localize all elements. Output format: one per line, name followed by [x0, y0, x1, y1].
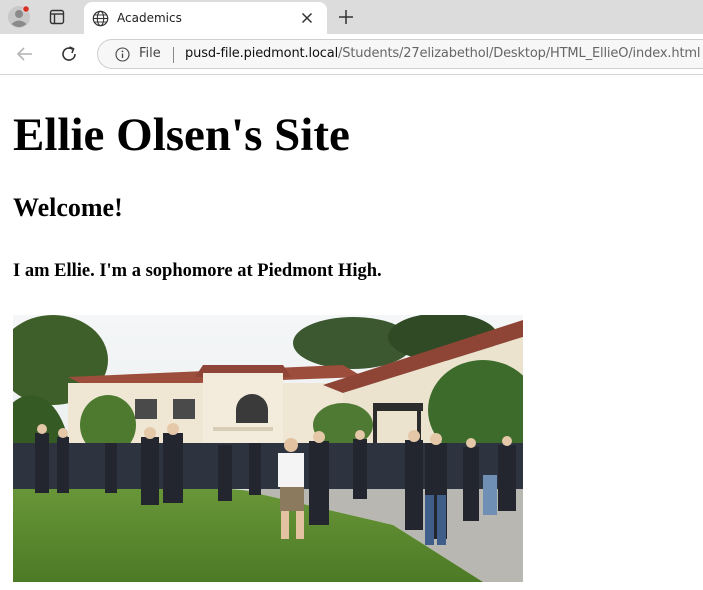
- info-icon[interactable]: [115, 47, 130, 62]
- welcome-heading: Welcome!: [13, 193, 123, 222]
- tab-actions-icon[interactable]: [46, 6, 68, 28]
- address-bar[interactable]: File pusd-file.piedmont.local/Students/2…: [97, 39, 703, 69]
- intro-text: I am Ellie. I'm a sophomore at Piedmont …: [13, 261, 382, 281]
- school-courtyard-photo: [13, 315, 523, 582]
- page-content: Ellie Olsen's Site Welcome! I am Ellie. …: [0, 75, 703, 590]
- tab-academics[interactable]: Academics: [84, 2, 327, 34]
- new-tab-icon[interactable]: [336, 7, 356, 27]
- scheme-label: File: [139, 46, 161, 61]
- close-icon[interactable]: [299, 10, 315, 26]
- tab-strip: Academics: [0, 0, 703, 34]
- globe-icon: [92, 10, 109, 27]
- url-host: pusd-file.piedmont.local: [185, 46, 339, 61]
- url-path: /Students/27elizabethol/Desktop/HTML_Ell…: [338, 46, 701, 61]
- profile-icon[interactable]: [7, 5, 31, 29]
- back-icon[interactable]: [14, 43, 36, 65]
- tab-title: Academics: [117, 11, 182, 25]
- address-divider: [173, 47, 174, 63]
- url-text[interactable]: pusd-file.piedmont.local/Students/27eliz…: [185, 46, 701, 61]
- navigation-toolbar: File pusd-file.piedmont.local/Students/2…: [0, 34, 703, 75]
- reload-icon[interactable]: [58, 43, 80, 65]
- page-title: Ellie Olsen's Site: [13, 109, 350, 161]
